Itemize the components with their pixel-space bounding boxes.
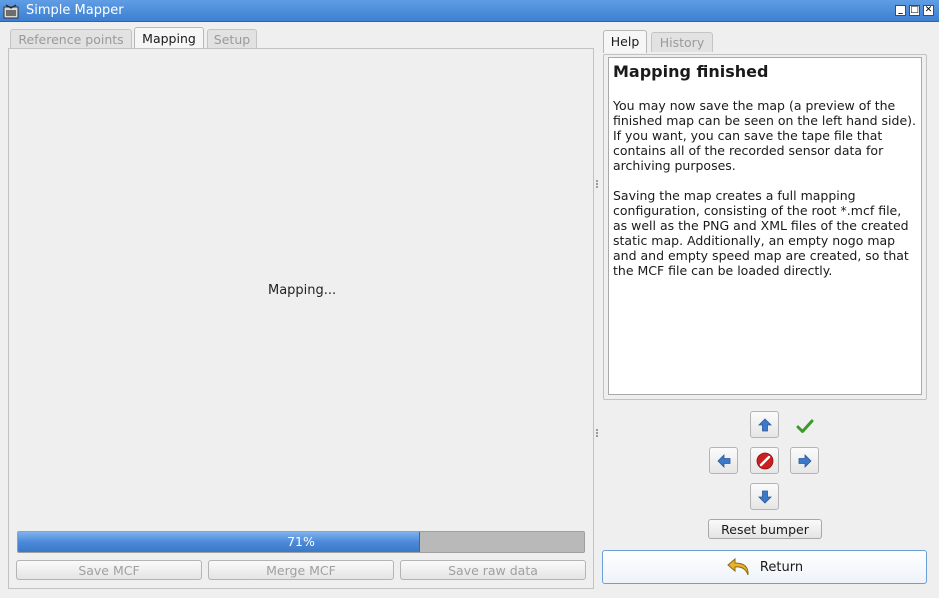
reset-bumper-button[interactable]: Reset bumper [708, 519, 822, 539]
tab-mapping[interactable]: Mapping [134, 27, 204, 50]
save-mcf-button[interactable]: Save MCF [16, 560, 202, 580]
move-down-button[interactable] [750, 483, 779, 510]
mapping-panel [8, 48, 594, 589]
close-button[interactable]: ✕ [923, 5, 934, 16]
tab-help[interactable]: Help [603, 30, 647, 53]
mapping-progress-bar: 71% [17, 531, 585, 553]
arrow-up-icon [757, 417, 772, 431]
arrow-down-icon [757, 490, 772, 504]
title-bar: Simple Mapper _ □ ✕ [0, 0, 939, 22]
tab-history[interactable]: History [651, 32, 713, 52]
checkmark-icon[interactable] [796, 418, 814, 434]
stop-button[interactable] [750, 447, 779, 474]
help-paragraph: You may now save the map (a preview of t… [613, 98, 916, 173]
progress-label: 71% [287, 534, 315, 549]
arrow-right-icon [798, 453, 812, 468]
stop-icon [756, 452, 773, 469]
mapping-status: Mapping... [268, 283, 337, 298]
tab-reference-points[interactable]: Reference points [10, 29, 132, 49]
minimize-button[interactable]: _ [895, 5, 906, 16]
window-title: Simple Mapper [26, 3, 124, 18]
help-text-box: Mapping finished You may now save the ma… [608, 57, 922, 395]
close-icon: ✕ [924, 5, 933, 15]
merge-mcf-button[interactable]: Merge MCF [208, 560, 394, 580]
arrow-left-icon [716, 453, 730, 468]
help-title: Mapping finished [613, 62, 769, 81]
save-raw-data-button[interactable]: Save raw data [400, 560, 586, 580]
tab-setup[interactable]: Setup [207, 29, 257, 49]
return-label: Return [759, 559, 804, 575]
app-icon[interactable] [3, 3, 19, 19]
maximize-icon: □ [910, 5, 919, 15]
move-up-button[interactable] [750, 411, 779, 438]
maximize-button[interactable]: □ [909, 5, 920, 16]
return-arrow-icon [727, 557, 749, 576]
move-right-button[interactable] [790, 447, 819, 474]
help-paragraph: Saving the map creates a full mapping co… [613, 188, 909, 278]
move-left-button[interactable] [709, 447, 738, 474]
return-button[interactable]: Return [602, 550, 927, 584]
minimize-icon: _ [898, 5, 903, 15]
